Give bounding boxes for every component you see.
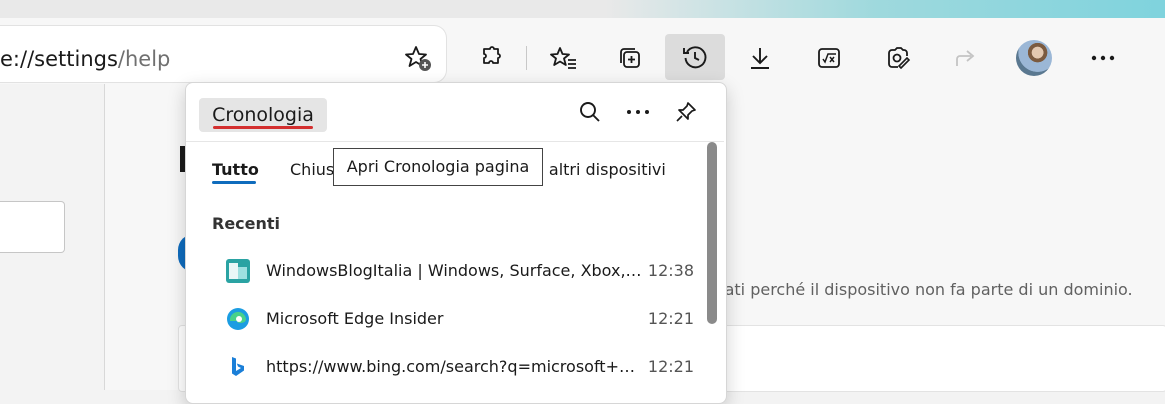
collections-icon[interactable] <box>608 36 652 80</box>
more-options-icon[interactable] <box>620 94 656 130</box>
downloads-icon[interactable] <box>738 36 782 80</box>
flyout-divider <box>186 141 724 142</box>
more-icon[interactable] <box>1081 36 1125 80</box>
history-item[interactable]: WindowsBlogItalia | Windows, Surface, Xb… <box>186 248 706 294</box>
tab-other-devices[interactable]: a altri dispositivi <box>534 160 666 179</box>
history-item[interactable]: Microsoft Edge Insider 12:21 <box>186 296 706 342</box>
page-notice-text: rati perché il dispositivo non fa parte … <box>718 280 1133 299</box>
tab-closed[interactable]: Chius <box>290 160 334 179</box>
favorites-icon[interactable] <box>542 36 586 80</box>
windowsblogitalia-favicon <box>226 259 250 283</box>
extensions-icon[interactable] <box>468 36 512 80</box>
section-recent: Recenti <box>212 214 281 233</box>
share-icon[interactable] <box>944 36 988 80</box>
search-icon[interactable] <box>572 94 608 130</box>
history-button[interactable] <box>665 34 725 80</box>
history-item-time: 12:38 <box>647 261 694 280</box>
bing-favicon <box>226 355 250 379</box>
address-path-main: settings <box>34 47 118 71</box>
history-item-title: Microsoft Edge Insider <box>266 309 444 328</box>
toolbar-separator <box>526 46 527 70</box>
titlebar-strip <box>0 0 1165 18</box>
flyout-scrollbar[interactable] <box>707 142 717 324</box>
title-spellcheck-underline <box>213 126 313 129</box>
tab-all[interactable]: Tutto <box>212 160 259 179</box>
history-item-title: https://www.bing.com/search?q=microsoft+… <box>266 357 644 376</box>
address-prefix: e:// <box>0 47 35 71</box>
history-item-title: WindowsBlogItalia | Windows, Surface, Xb… <box>266 261 644 280</box>
edge-favicon <box>226 307 250 331</box>
address-text[interactable]: e://settings/help <box>0 47 170 71</box>
history-item[interactable]: https://www.bing.com/search?q=microsoft+… <box>186 344 706 390</box>
pin-icon[interactable] <box>668 94 704 130</box>
history-icon <box>683 46 707 69</box>
history-item-time: 12:21 <box>647 357 694 376</box>
avatar[interactable] <box>1016 40 1052 76</box>
web-capture-icon[interactable] <box>876 36 920 80</box>
history-item-time: 12:21 <box>647 309 694 328</box>
add-favorite-icon[interactable] <box>402 42 434 74</box>
address-path-sub: help <box>124 47 171 71</box>
tab-all-indicator <box>212 181 256 184</box>
math-solver-icon[interactable] <box>807 36 851 80</box>
settings-search-input[interactable] <box>0 201 65 253</box>
history-tooltip: Apri Cronologia pagina <box>333 148 543 186</box>
address-path-sep: / <box>117 47 125 71</box>
